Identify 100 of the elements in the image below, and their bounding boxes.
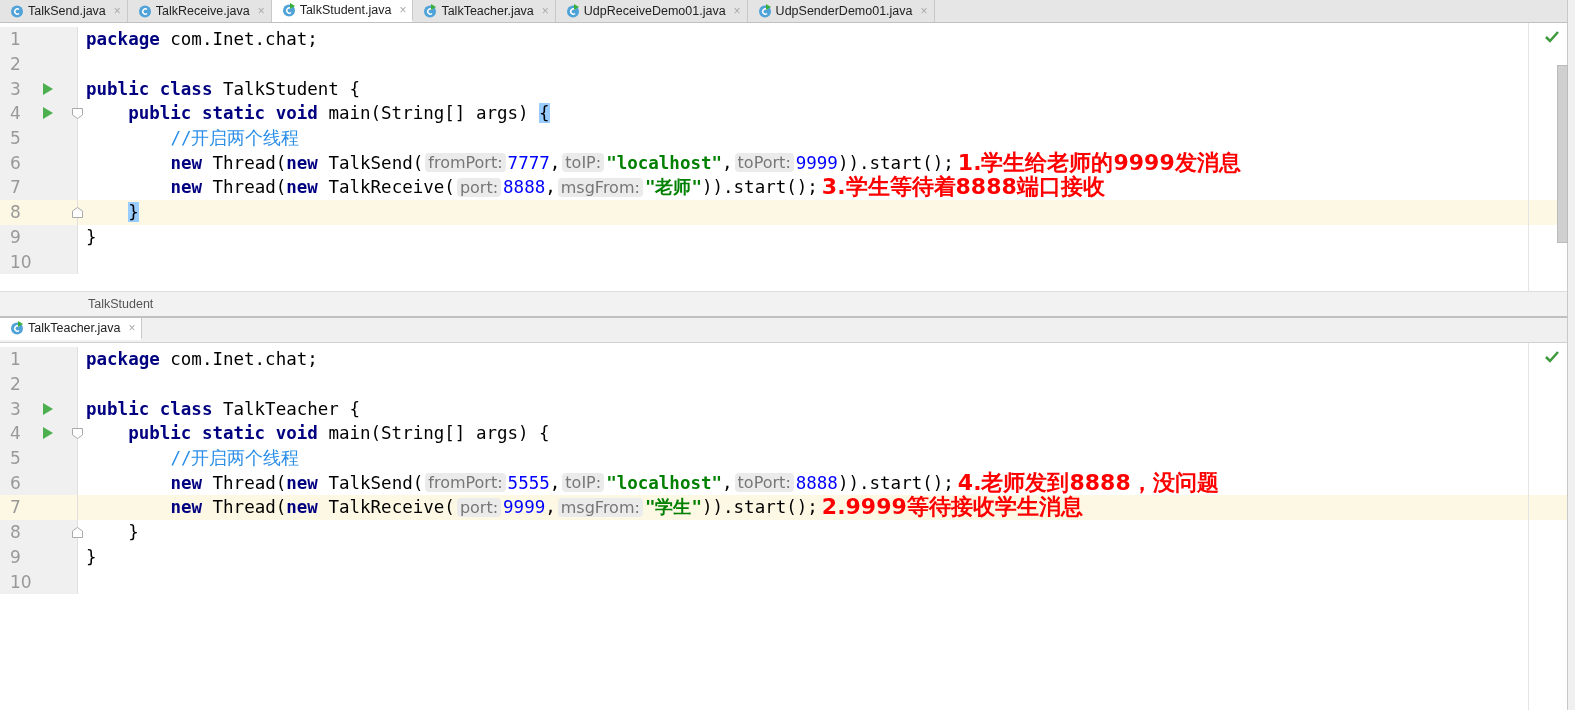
fold-marker-icon[interactable] xyxy=(72,427,83,439)
parameter-hint: fromPort: xyxy=(425,153,506,173)
keyword: new xyxy=(170,497,202,518)
string-literal: "学生" xyxy=(644,496,702,520)
code-text: )).start(); xyxy=(837,472,954,493)
tab-label: UdpSenderDemo01.java xyxy=(775,4,913,18)
editor-tab[interactable]: TalkStudent.java × xyxy=(271,0,414,22)
line-number: 9 xyxy=(9,226,22,247)
keyword: new xyxy=(170,152,202,173)
line-number: 2 xyxy=(9,374,22,395)
code-text: main(String[] args) xyxy=(327,103,530,124)
runnable-class-icon xyxy=(423,4,438,18)
tab-label: UdpReceiveDemo01.java xyxy=(583,4,726,18)
line-number: 5 xyxy=(9,448,22,469)
code-text: } xyxy=(86,226,97,247)
keyword: public class xyxy=(86,398,213,419)
code-comment: //开启两个线程 xyxy=(170,127,300,151)
fold-marker-icon[interactable] xyxy=(72,206,83,218)
run-icon[interactable] xyxy=(42,426,54,441)
keyword: new xyxy=(286,152,318,173)
run-icon[interactable] xyxy=(42,401,54,416)
code-text: TalkReceive( xyxy=(327,497,455,518)
code-text: )).start(); xyxy=(701,497,818,518)
code-text: com.Inet.chat; xyxy=(169,349,318,370)
line-number: 7 xyxy=(9,177,22,198)
number-literal: 8888 xyxy=(795,472,838,493)
code-text: )).start(); xyxy=(701,177,818,198)
breadcrumb[interactable]: TalkStudent xyxy=(0,291,1567,318)
tab-label: TalkStudent.java xyxy=(299,3,392,17)
check-icon xyxy=(1545,351,1559,363)
code-text: com.Inet.chat; xyxy=(169,29,318,50)
number-literal: 8888 xyxy=(503,177,546,198)
keyword: public static void xyxy=(128,423,318,444)
code-text: TalkStudent { xyxy=(221,78,360,99)
line-number: 1 xyxy=(9,29,22,50)
code-text: , xyxy=(722,472,733,493)
class-icon xyxy=(137,4,152,18)
keyword: public class xyxy=(86,78,213,99)
line-number: 6 xyxy=(9,152,22,173)
parameter-hint: toIP: xyxy=(562,153,605,173)
line-number: 9 xyxy=(9,546,22,567)
line-number: 8 xyxy=(9,522,22,543)
annotation: 3.学生等待着8888端口接收 xyxy=(821,174,1105,202)
code-comment: //开启两个线程 xyxy=(170,447,300,471)
code-text: , xyxy=(545,497,556,518)
line-number: 8 xyxy=(9,202,22,223)
line-number: 2 xyxy=(9,54,22,75)
annotation: 1.学生给老师的9999发消息 xyxy=(957,148,1241,175)
line-number: 3 xyxy=(9,398,22,419)
parameter-hint: msgFrom: xyxy=(557,177,643,197)
keyword: public static void xyxy=(128,103,318,124)
code-text: TalkSend( xyxy=(327,152,424,173)
code-text: Thread( xyxy=(211,152,287,173)
number-literal: 5555 xyxy=(507,472,550,493)
annotation: 4.老师发到8888，没问题 xyxy=(957,468,1219,495)
keyword: new xyxy=(170,472,202,493)
line-number: 1 xyxy=(9,349,22,370)
number-literal: 9999 xyxy=(503,497,546,518)
code-text: TalkSend( xyxy=(327,472,424,493)
class-icon xyxy=(10,4,24,18)
check-icon xyxy=(1545,31,1559,43)
parameter-hint: msgFrom: xyxy=(557,497,643,517)
parameter-hint: toPort: xyxy=(734,153,794,173)
tab-label: TalkSend.java xyxy=(28,4,106,18)
line-number: 3 xyxy=(9,78,22,99)
number-literal: 7777 xyxy=(507,152,550,173)
runnable-class-icon xyxy=(565,4,580,18)
line-number: 4 xyxy=(9,103,22,124)
editor-tab[interactable]: TalkTeacher.java × xyxy=(0,318,143,340)
runnable-class-icon xyxy=(10,321,24,335)
number-literal: 9999 xyxy=(795,152,838,173)
code-text: Thread( xyxy=(211,177,287,198)
parameter-hint: fromPort: xyxy=(425,473,506,493)
parameter-hint: toIP: xyxy=(562,473,605,493)
keyword: package xyxy=(86,29,160,50)
parameter-hint: port: xyxy=(456,497,502,517)
line-number: 10 xyxy=(9,571,33,592)
scrollbar-thumb[interactable] xyxy=(1557,65,1568,243)
line-number: 4 xyxy=(9,423,22,444)
fold-marker-icon[interactable] xyxy=(72,107,83,119)
code-text: , xyxy=(549,152,561,173)
annotation: 2.9999等待接收学生消息 xyxy=(821,494,1083,522)
keyword: new xyxy=(286,472,318,493)
code-text: )).start(); xyxy=(837,152,954,173)
code-text: Thread( xyxy=(211,472,287,493)
run-icon[interactable] xyxy=(42,81,54,96)
fold-marker-icon[interactable] xyxy=(72,526,83,538)
run-icon[interactable] xyxy=(42,106,54,121)
code-text: Thread( xyxy=(211,497,287,518)
runnable-class-icon xyxy=(757,4,772,18)
code-text: } xyxy=(86,546,97,567)
tab-label: TalkTeacher.java xyxy=(28,321,121,335)
line-number: 7 xyxy=(9,497,22,518)
code-text: , xyxy=(549,472,561,493)
keyword: new xyxy=(286,177,318,198)
runnable-class-icon xyxy=(281,3,296,17)
line-number: 6 xyxy=(9,472,22,493)
string-literal: "老师" xyxy=(644,176,702,200)
code-text: , xyxy=(722,152,733,173)
keyword: new xyxy=(286,497,318,518)
